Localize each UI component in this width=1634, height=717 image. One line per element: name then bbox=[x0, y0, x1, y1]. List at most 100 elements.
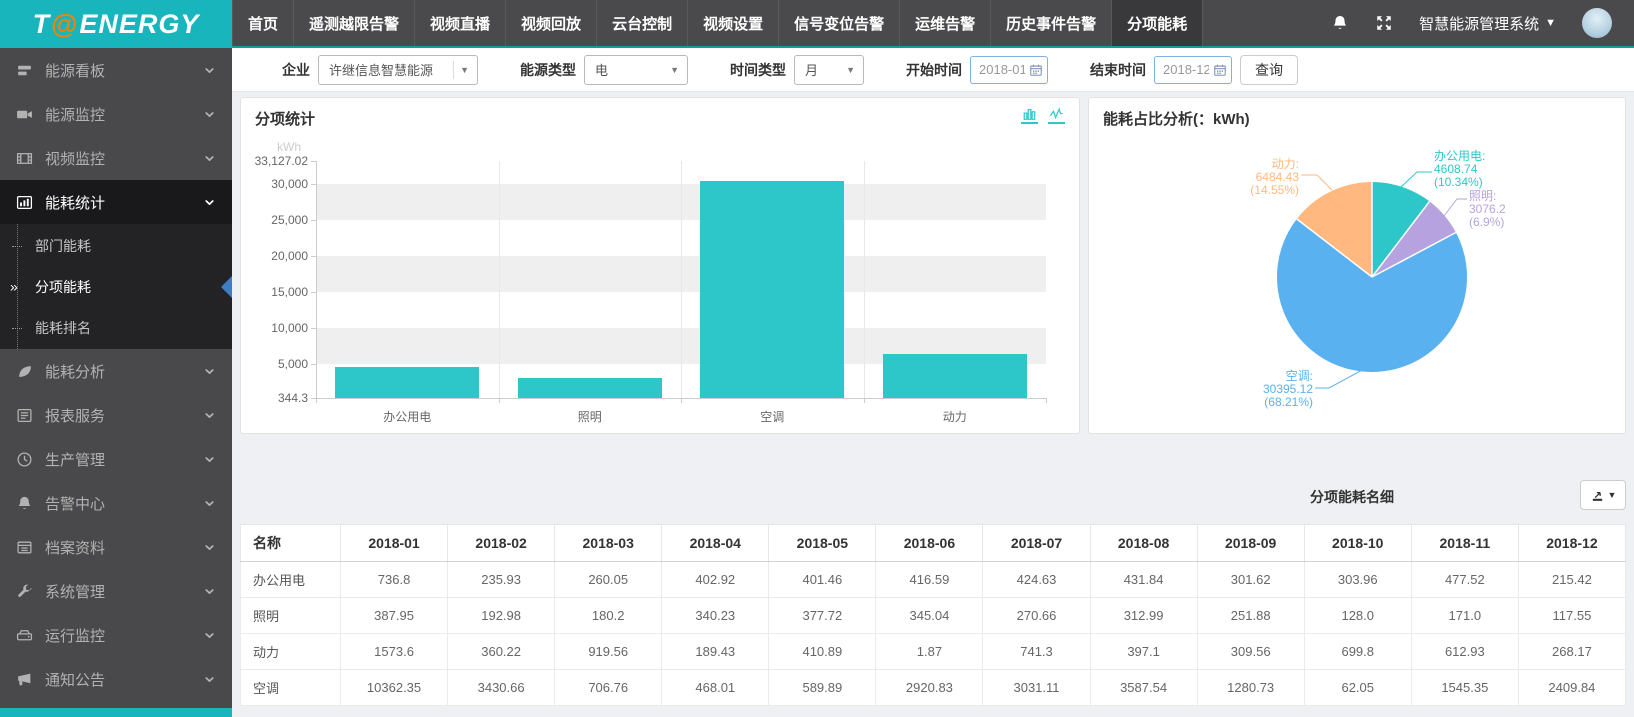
company-select[interactable]: 许继信息智慧能源 ▼ bbox=[318, 55, 478, 85]
sidebar-item-label: 能耗分析 bbox=[45, 361, 105, 382]
sidebar-item[interactable]: 能耗统计 bbox=[0, 180, 232, 224]
table-header-row: 名称2018-012018-022018-032018-042018-05201… bbox=[241, 525, 1626, 562]
sidebar-item[interactable]: 告警中心 bbox=[0, 481, 232, 525]
export-button[interactable]: ▼ bbox=[1580, 480, 1626, 510]
calendar-icon[interactable] bbox=[1029, 63, 1043, 77]
chevron-down-icon bbox=[203, 409, 216, 422]
nav-item[interactable]: 云台控制 bbox=[597, 0, 688, 46]
row-name-cell: 照明 bbox=[241, 598, 341, 634]
sidebar-item[interactable]: 通知公告 bbox=[0, 657, 232, 701]
sidebar-subitem[interactable]: »分项能耗 bbox=[0, 266, 232, 307]
system-menu[interactable]: 智慧能源管理系统 ▼ bbox=[1419, 13, 1556, 34]
calendar-icon[interactable] bbox=[1213, 63, 1227, 77]
filter-bar: 企业 许继信息智慧能源 ▼ 能源类型 电 ▼ 时间类型 月 ▼ 开始时间 结束时… bbox=[232, 48, 1634, 92]
table-row: 动力1573.6360.22919.56189.43410.891.87741.… bbox=[241, 634, 1626, 670]
value-cell: 235.93 bbox=[448, 562, 555, 598]
value-cell: 3031.11 bbox=[983, 670, 1090, 706]
column-header: 2018-10 bbox=[1304, 525, 1411, 562]
value-cell: 309.56 bbox=[1197, 634, 1304, 670]
header-right: 智慧能源管理系统 ▼ bbox=[1331, 0, 1634, 46]
value-cell: 736.8 bbox=[341, 562, 448, 598]
nav-item[interactable]: 信号变位告警 bbox=[779, 0, 900, 46]
bar-照明[interactable] bbox=[518, 378, 662, 398]
value-cell: 387.95 bbox=[341, 598, 448, 634]
nav-item[interactable]: 历史事件告警 bbox=[991, 0, 1112, 46]
fullscreen-icon[interactable] bbox=[1375, 14, 1393, 32]
energy-type-select[interactable]: 电 ▼ bbox=[584, 55, 688, 85]
bar-动力[interactable] bbox=[883, 354, 1027, 398]
sidebar-item-label: 生产管理 bbox=[45, 449, 105, 470]
bar-空调[interactable] bbox=[700, 181, 844, 398]
value-cell: 312.99 bbox=[1090, 598, 1197, 634]
sidebar-item[interactable]: 系统管理 bbox=[0, 569, 232, 613]
system-name: 智慧能源管理系统 bbox=[1419, 13, 1539, 34]
value-cell: 477.52 bbox=[1411, 562, 1518, 598]
nav-item[interactable]: 分项能耗 bbox=[1112, 0, 1203, 46]
energy-type-label: 能源类型 bbox=[520, 60, 576, 80]
sidebar-item-label: 能源看板 bbox=[45, 60, 105, 81]
company-select-value: 许继信息智慧能源 bbox=[329, 60, 433, 79]
x-axis-label: 动力 bbox=[864, 408, 1047, 425]
nav-item[interactable]: 视频设置 bbox=[688, 0, 779, 46]
y-tick-label: 5,000 bbox=[243, 357, 308, 371]
y-tick-label: 33,127.02 bbox=[243, 154, 308, 168]
value-cell: 410.89 bbox=[769, 634, 876, 670]
nav-item[interactable]: 运维告警 bbox=[900, 0, 991, 46]
sidebar-item[interactable]: 能源监控 bbox=[0, 92, 232, 136]
sidebar-subitem[interactable]: 部门能耗 bbox=[0, 225, 232, 266]
value-cell: 397.1 bbox=[1090, 634, 1197, 670]
column-header: 2018-04 bbox=[662, 525, 769, 562]
value-cell: 424.63 bbox=[983, 562, 1090, 598]
x-axis-line bbox=[311, 398, 1046, 399]
value-cell: 303.96 bbox=[1304, 562, 1411, 598]
sidebar-item[interactable]: 运行监控 bbox=[0, 613, 232, 657]
y-tick-label: 20,000 bbox=[243, 249, 308, 263]
nav-item[interactable]: 首页 bbox=[232, 0, 294, 46]
charts-row: 分项统计 kWh 344.35,00010,00015,00020,00025,… bbox=[232, 92, 1634, 434]
sidebar-subitem[interactable]: 能耗排名 bbox=[0, 307, 232, 348]
app-root: T@ENERGY 首页遥测越限告警视频直播视频回放云台控制视频设置信号变位告警运… bbox=[0, 0, 1634, 717]
column-header: 2018-11 bbox=[1411, 525, 1518, 562]
value-cell: 301.62 bbox=[1197, 562, 1304, 598]
avatar[interactable] bbox=[1582, 8, 1612, 38]
sidebar-item[interactable]: 生产管理 bbox=[0, 437, 232, 481]
chevron-down-icon: ▼ bbox=[846, 65, 855, 75]
table-row: 空调10362.353430.66706.76468.01589.892920.… bbox=[241, 670, 1626, 706]
energy-type-value: 电 bbox=[595, 60, 608, 79]
main-content: 企业 许继信息智慧能源 ▼ 能源类型 电 ▼ 时间类型 月 ▼ 开始时间 结束时… bbox=[232, 48, 1634, 717]
sidebar-item[interactable]: 视频监控 bbox=[0, 136, 232, 180]
value-cell: 3587.54 bbox=[1090, 670, 1197, 706]
label-leader-line bbox=[1315, 369, 1364, 388]
query-button[interactable]: 查询 bbox=[1240, 55, 1298, 85]
bar-chart: 344.35,00010,00015,00020,00025,00030,000… bbox=[241, 98, 1079, 433]
sidebar-item-label: 视频监控 bbox=[45, 148, 105, 169]
nav-item[interactable]: 视频回放 bbox=[506, 0, 597, 46]
time-type-select[interactable]: 月 ▼ bbox=[794, 55, 864, 85]
y-tick-mark bbox=[311, 184, 316, 185]
sidebar-submenu: 部门能耗»分项能耗能耗排名 bbox=[0, 224, 232, 349]
sidebar-item[interactable]: 档案资料 bbox=[0, 525, 232, 569]
value-cell: 268.17 bbox=[1518, 634, 1625, 670]
value-cell: 416.59 bbox=[876, 562, 983, 598]
logo[interactable]: T@ENERGY bbox=[0, 0, 232, 48]
nav-item[interactable]: 遥测越限告警 bbox=[294, 0, 415, 46]
nav-item[interactable]: 视频直播 bbox=[415, 0, 506, 46]
value-cell: 10362.35 bbox=[341, 670, 448, 706]
value-cell: 431.84 bbox=[1090, 562, 1197, 598]
y-tick-label: 15,000 bbox=[243, 285, 308, 299]
select-divider bbox=[453, 61, 454, 79]
value-cell: 171.0 bbox=[1411, 598, 1518, 634]
sidebar-item-label: 能源监控 bbox=[45, 104, 105, 125]
chevron-down-icon bbox=[203, 152, 216, 165]
pie-circle[interactable] bbox=[1277, 182, 1467, 372]
bar-办公用电[interactable] bbox=[335, 367, 479, 398]
value-cell: 919.56 bbox=[555, 634, 662, 670]
sidebar-item[interactable]: 能耗分析 bbox=[0, 349, 232, 393]
value-cell: 3430.66 bbox=[448, 670, 555, 706]
x-tick-mark bbox=[1046, 398, 1047, 403]
sidebar-item[interactable]: 能源看板 bbox=[0, 48, 232, 92]
bell-icon[interactable] bbox=[1331, 14, 1349, 32]
row-name-cell: 空调 bbox=[241, 670, 341, 706]
sidebar-item[interactable]: 报表服务 bbox=[0, 393, 232, 437]
active-arrows-icon: » bbox=[10, 278, 18, 294]
